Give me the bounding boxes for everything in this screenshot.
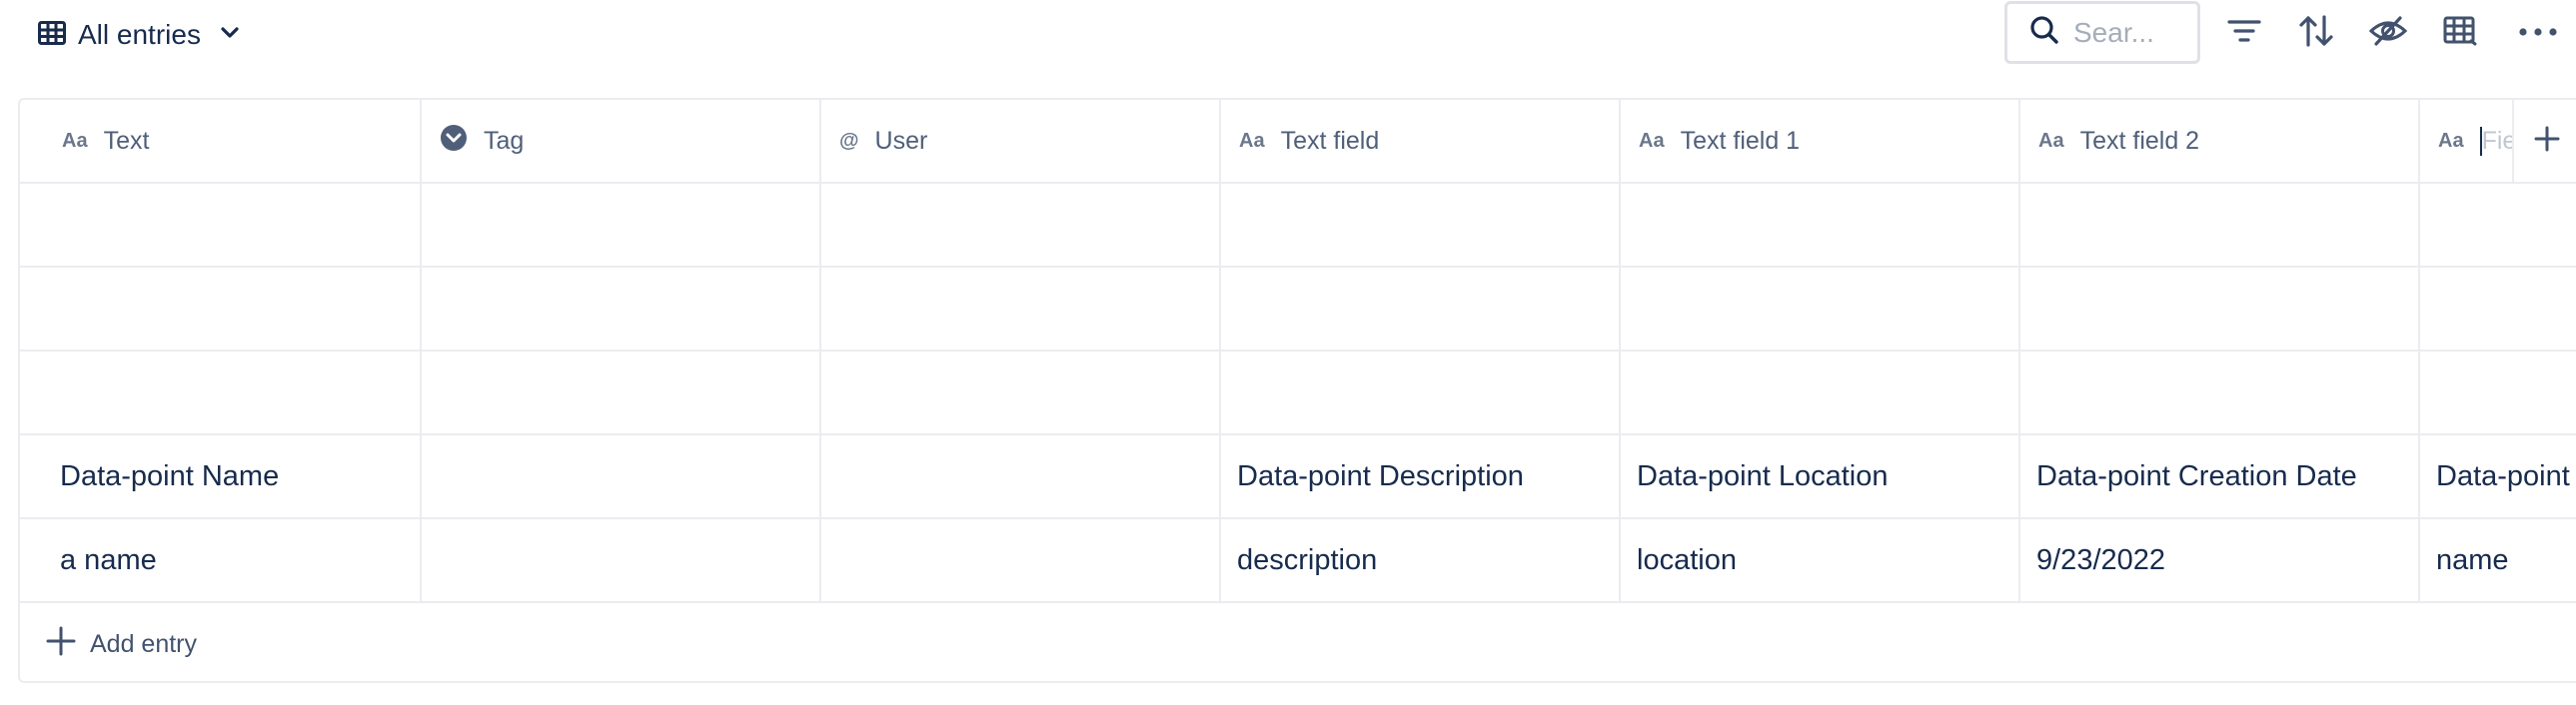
hide-fields-button[interactable]: [2362, 10, 2414, 56]
view-switcher[interactable]: All entries: [38, 14, 239, 56]
toolbar: All entries: [0, 0, 2576, 70]
tag-type-icon: [440, 124, 468, 159]
table-settings-button[interactable]: [2434, 10, 2486, 56]
table-row[interactable]: [20, 268, 2576, 350]
text-type-icon: Aa: [1239, 129, 1265, 152]
column-header-label: Text field: [1280, 126, 1380, 155]
table-cell[interactable]: Data-point Description: [1237, 435, 1609, 517]
text-type-icon: Aa: [1639, 129, 1665, 152]
table-cell[interactable]: a name: [60, 519, 410, 601]
column-header-label: Text field 2: [2079, 126, 2200, 155]
table-cell[interactable]: Data-point Creation Date: [2036, 435, 2408, 517]
view-label: All entries: [78, 19, 201, 50]
column-header-label: User: [874, 126, 928, 155]
search-input[interactable]: [2073, 16, 2183, 49]
user-type-icon: @: [839, 129, 859, 152]
column-header-tag[interactable]: Tag: [440, 100, 799, 182]
sort-icon: [2298, 14, 2334, 53]
chevron-down-icon: [221, 26, 239, 44]
table-cell[interactable]: location: [1637, 519, 2008, 601]
sort-button[interactable]: [2290, 10, 2342, 56]
filter-icon: [2227, 18, 2261, 49]
table-settings-icon: [2443, 16, 2477, 51]
column-header-new-field[interactable]: Aa: [2438, 100, 2512, 182]
table-cell[interactable]: Data-point Location: [1637, 435, 2008, 517]
add-entry-button[interactable]: Add entry: [46, 619, 197, 669]
text-type-icon: Aa: [62, 129, 88, 152]
column-header-text-field[interactable]: Aa Text field: [1239, 100, 1599, 182]
search-icon: [2029, 15, 2059, 50]
table-cell[interactable]: Data-point: [2436, 435, 2576, 517]
search-box[interactable]: [2004, 1, 2200, 64]
text-type-icon: Aa: [2438, 129, 2464, 152]
row-divider: [20, 601, 2576, 603]
column-header-label: Text field 1: [1680, 126, 1801, 155]
column-header-text[interactable]: Aa Text: [62, 100, 402, 182]
column-header-text-field-1[interactable]: Aa Text field 1: [1639, 100, 1998, 182]
table-cell[interactable]: name: [2436, 519, 2576, 601]
more-button[interactable]: [2512, 10, 2564, 56]
add-column-button[interactable]: [2512, 100, 2576, 182]
table-cell[interactable]: Data-point Name: [60, 435, 410, 517]
data-table: Aa Text Tag @ User Aa Text field Aa Text…: [18, 98, 2576, 683]
plus-icon: [46, 626, 76, 663]
hide-fields-icon: [2368, 15, 2408, 52]
table-cell[interactable]: description: [1237, 519, 1609, 601]
more-icon: [2518, 24, 2558, 42]
column-header-label: Tag: [484, 126, 525, 155]
new-field-name-input[interactable]: [2479, 126, 2512, 156]
table-row[interactable]: [20, 184, 2576, 266]
column-header-user[interactable]: @ User: [839, 100, 1199, 182]
text-type-icon: Aa: [2038, 129, 2064, 152]
column-header-label: Text: [103, 126, 150, 155]
table-row[interactable]: [20, 352, 2576, 433]
column-header-text-field-2[interactable]: Aa Text field 2: [2038, 100, 2398, 182]
table-icon: [38, 20, 66, 50]
table-cell[interactable]: 9/23/2022: [2036, 519, 2408, 601]
filter-button[interactable]: [2218, 10, 2270, 56]
add-entry-label: Add entry: [90, 629, 198, 658]
plus-icon: [2534, 126, 2560, 157]
